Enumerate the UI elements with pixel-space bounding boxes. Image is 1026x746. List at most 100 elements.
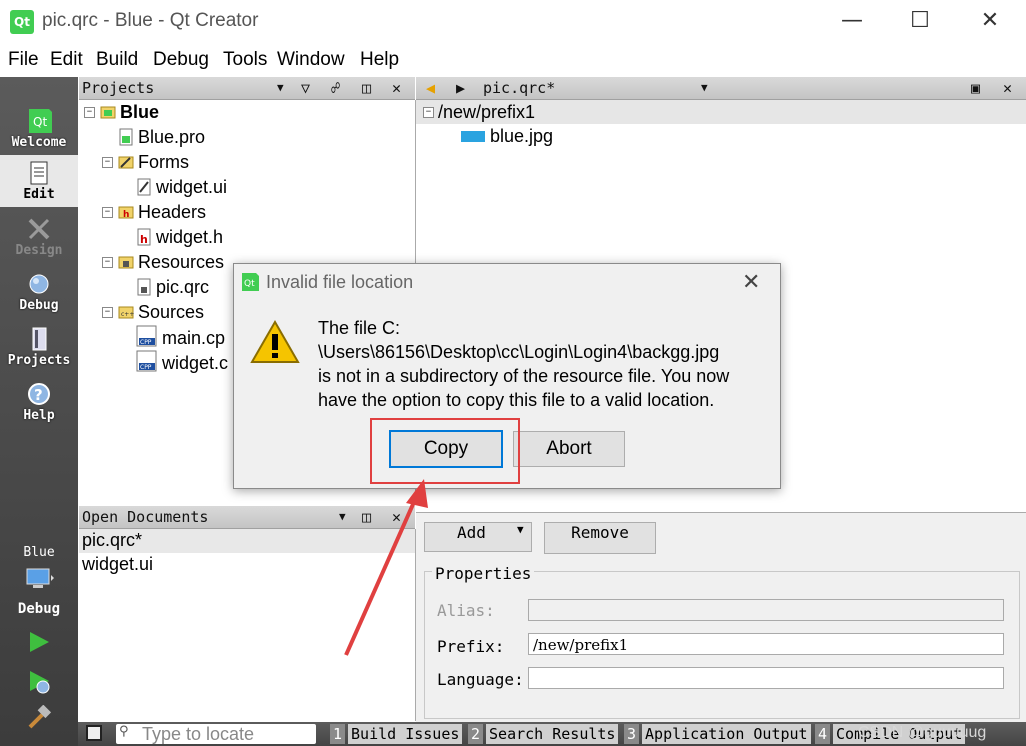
collapse-toggle[interactable]: − xyxy=(84,107,95,118)
svg-text:?: ? xyxy=(34,386,43,404)
alias-field[interactable] xyxy=(528,599,1004,621)
split-icon[interactable]: ◫ xyxy=(362,77,371,99)
maximize-button[interactable]: ☐ xyxy=(900,8,940,38)
tree-item-label: widget.h xyxy=(156,227,224,247)
lock-icon: ▣ xyxy=(971,79,981,97)
link-icon[interactable]: ☍ xyxy=(331,77,340,99)
headers-folder-icon: h xyxy=(118,206,134,220)
watermark: CSDN @guuuuug xyxy=(858,724,987,741)
qt-creator-logo-icon: Qt xyxy=(10,10,34,34)
document-icon xyxy=(30,161,48,185)
resource-properties-panel: Add ▼ Remove Properties Alias: Prefix: /… xyxy=(416,512,1026,723)
file-combo[interactable]: pic.qrc* xyxy=(483,77,555,99)
tree-item-widget-ui[interactable]: widget.ui xyxy=(136,175,227,200)
tab-build-issues[interactable]: 1 Build Issues xyxy=(330,724,463,744)
tree-item-forms[interactable]: Forms xyxy=(118,150,189,175)
mode-label: Welcome xyxy=(11,135,67,150)
mode-welcome[interactable]: Qt Welcome xyxy=(0,103,78,155)
mode-label: Projects xyxy=(7,353,71,368)
tree-item-pic-qrc[interactable]: pic.qrc xyxy=(136,275,209,300)
dialog-message: The file C: \Users\86156\Desktop\cc\Logi… xyxy=(318,316,768,412)
locator-input[interactable]: ⚲ Type to locate xyxy=(116,724,316,744)
menu-edit[interactable]: Edit xyxy=(50,49,83,71)
tree-item-headers[interactable]: h Headers xyxy=(118,200,206,225)
tab-number: 2 xyxy=(468,724,484,744)
tree-item-label: blue.jpg xyxy=(490,126,554,146)
bug-icon xyxy=(29,274,49,294)
title-bar: Qt pic.qrc - Blue - Qt Creator — ☐ ✕ xyxy=(0,0,1026,45)
tree-item-widget-h[interactable]: h widget.h xyxy=(136,225,223,250)
prefix-label: Prefix: xyxy=(437,637,505,656)
tree-item-widget-cpp[interactable]: CPP widget.c xyxy=(136,350,228,375)
minimize-button[interactable]: — xyxy=(832,8,872,38)
abort-button[interactable]: Abort xyxy=(513,431,625,467)
remove-button[interactable]: Remove xyxy=(544,522,656,554)
tab-search-results[interactable]: 2 Search Results xyxy=(468,724,619,744)
collapse-toggle[interactable]: − xyxy=(102,157,113,168)
dialog-title: Invalid file location xyxy=(266,272,414,292)
projects-view-dropdown-icon[interactable]: ▼ xyxy=(277,77,284,99)
toggle-sidebar-icon[interactable] xyxy=(86,725,102,741)
language-field[interactable] xyxy=(528,667,1004,689)
message-line: is not in a subdirectory of the resource… xyxy=(318,366,730,386)
run-triangle-icon[interactable] xyxy=(27,630,51,654)
image-icon xyxy=(461,131,485,142)
tree-item-blue-jpg[interactable]: blue.jpg xyxy=(460,124,553,149)
mode-projects[interactable]: Projects xyxy=(0,321,78,373)
filter-icon[interactable]: ▽ xyxy=(301,77,310,99)
mode-help[interactable]: ? Help xyxy=(0,376,78,428)
message-line: have the option to copy this file to a v… xyxy=(318,390,715,410)
open-doc-item[interactable]: widget.ui xyxy=(82,554,153,575)
menu-window[interactable]: Window xyxy=(277,49,345,71)
file-combo-dropdown-icon[interactable]: ▼ xyxy=(701,77,708,99)
properties-title: Properties xyxy=(432,564,535,583)
qt-logo-icon: Qt xyxy=(29,109,52,133)
mode-design[interactable]: Design xyxy=(0,211,78,263)
tree-item-resources[interactable]: Resources xyxy=(118,250,224,275)
mode-selector: Qt Welcome Edit Design Debug Projects ? … xyxy=(0,77,78,746)
mode-edit[interactable]: Edit xyxy=(0,155,78,207)
collapse-toggle[interactable]: − xyxy=(102,307,113,318)
tree-item-sources[interactable]: c++ Sources xyxy=(118,300,204,325)
mode-debug[interactable]: Debug xyxy=(0,266,78,318)
svg-text:c++: c++ xyxy=(121,311,134,318)
forward-arrow-icon[interactable]: ▶ xyxy=(456,77,465,99)
close-pane-icon[interactable]: ✕ xyxy=(392,77,401,99)
tree-item-label: pic.qrc xyxy=(156,277,210,297)
qt-logo-icon: Qt xyxy=(242,273,259,291)
dialog-close-icon[interactable]: ✕ xyxy=(742,270,760,295)
menu-debug[interactable]: Debug xyxy=(153,49,209,71)
tree-item-label: main.cp xyxy=(162,328,226,348)
tree-item-main-cpp[interactable]: CPP main.cp xyxy=(136,325,225,350)
tree-item-blue-pro[interactable]: Blue.pro xyxy=(118,125,205,150)
menu-help[interactable]: Help xyxy=(360,49,399,71)
close-button[interactable]: ✕ xyxy=(970,8,1010,38)
locator-placeholder: Type to locate xyxy=(142,724,255,744)
back-arrow-icon[interactable]: ◀ xyxy=(426,77,435,99)
tree-item-blue-project[interactable]: Blue xyxy=(100,100,159,125)
hammer-icon[interactable] xyxy=(26,705,52,731)
message-line: \Users\86156\Desktop\cc\Login\Login4\bac… xyxy=(318,342,720,362)
collapse-toggle[interactable]: − xyxy=(423,107,434,118)
svg-text:CPP: CPP xyxy=(140,364,152,371)
collapse-toggle[interactable]: − xyxy=(102,207,113,218)
open-documents-title: Open Documents xyxy=(82,508,209,526)
close-editor-icon[interactable]: ✕ xyxy=(1003,77,1012,99)
tree-item-prefix[interactable]: /new/prefix1 xyxy=(438,100,535,125)
menu-file[interactable]: File xyxy=(8,49,39,71)
tree-item-label: Resources xyxy=(138,252,225,272)
monitor-icon[interactable] xyxy=(24,565,54,593)
mode-label: Help xyxy=(23,408,55,423)
prefix-field[interactable]: /new/prefix1 xyxy=(528,633,1004,655)
tree-item-label: Forms xyxy=(138,152,189,172)
tab-application-output[interactable]: 3 Application Output xyxy=(624,724,811,744)
add-button[interactable]: Add ▼ xyxy=(424,522,532,552)
debug-run-icon[interactable] xyxy=(27,669,51,695)
menu-build[interactable]: Build xyxy=(96,49,138,71)
message-line: The file C: xyxy=(318,318,401,338)
tab-label: Search Results xyxy=(486,724,619,744)
open-doc-item[interactable]: pic.qrc* xyxy=(82,530,142,551)
collapse-toggle[interactable]: − xyxy=(102,257,113,268)
menu-tools[interactable]: Tools xyxy=(223,49,267,71)
cpp-file-icon: CPP xyxy=(136,325,157,347)
